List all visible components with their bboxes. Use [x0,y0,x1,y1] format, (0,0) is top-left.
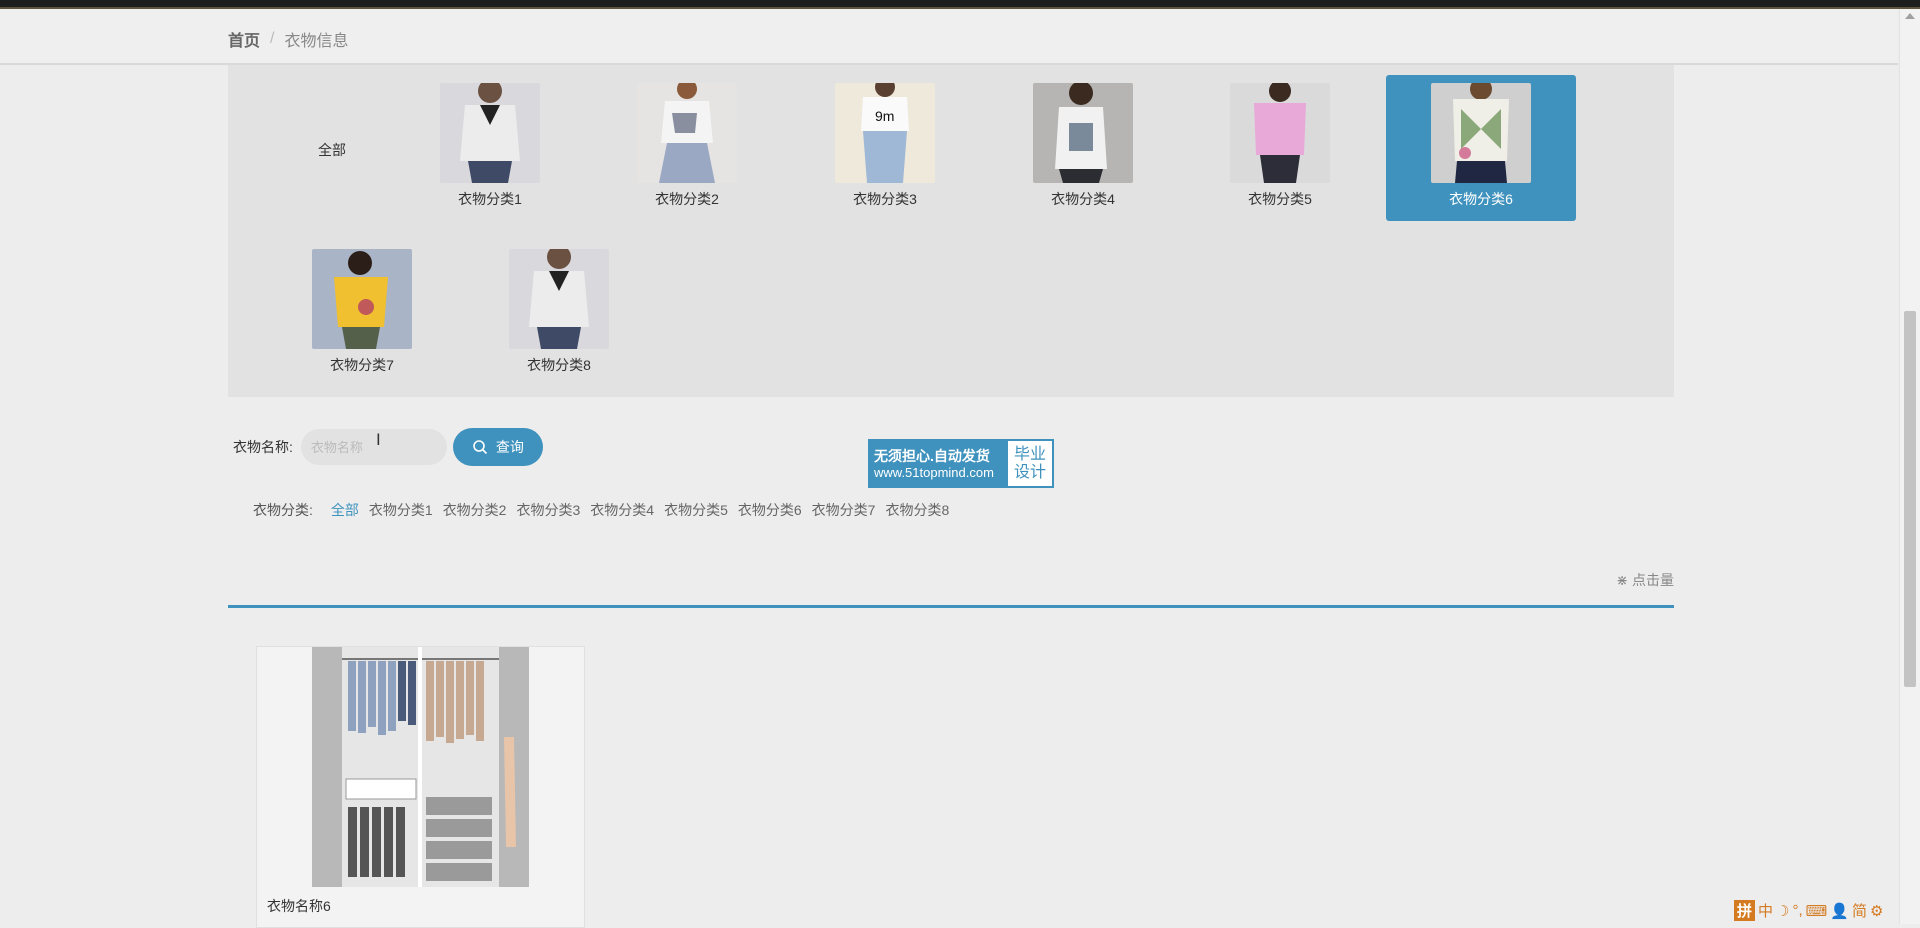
filter-title: 衣物分类: [253,502,313,518]
ad-line-1: 无须担心.自动发货 [874,447,990,464]
search-button[interactable]: 查询 [452,428,543,466]
breadcrumb-bar: 首页 / 衣物信息 [0,9,1898,65]
category-label: 衣物分类2 [655,191,719,207]
category-label: 衣物分类8 [527,357,591,373]
category-thumbnail [509,249,609,349]
ad-line-2: www.51topmind.com [874,464,994,480]
text-cursor-icon: I [376,430,381,449]
search-label: 衣物名称: [233,439,293,455]
sort-label: 点击量 [1632,572,1674,588]
ad-right-2: 设计 [1014,463,1047,481]
window-top-strip [0,0,1920,9]
page-scrollbar[interactable] [1899,9,1920,924]
category-label: 衣物分类1 [458,191,522,207]
filter-option-7[interactable]: 衣物分类7 [812,500,876,520]
filter-option-5[interactable]: 衣物分类5 [664,500,728,520]
svg-text:9m: 9m [875,108,894,124]
sort-icon: ⋇ [1616,571,1628,588]
category-label: 衣物分类3 [853,191,917,207]
breadcrumb-home-link[interactable]: 首页 [228,27,260,51]
ime-logo-icon[interactable]: 拼 [1734,900,1756,921]
scroll-up-arrow-icon[interactable] [1905,13,1915,19]
product-image [312,647,529,887]
category-thumbnail [1431,83,1531,183]
sort-bar: ⋇ 点击量 [228,565,1674,608]
category-thumbnail [440,83,540,183]
category-item-8[interactable]: 衣物分类8 [464,241,654,387]
category-thumbnail: 9m [835,83,935,183]
search-input[interactable] [300,429,447,465]
breadcrumb: 首页 / 衣物信息 [228,27,348,51]
search-row: 衣物名称: 查询 [233,428,543,466]
filter-option-3[interactable]: 衣物分类3 [516,500,580,520]
category-item-3[interactable]: 9m 衣物分类3 [790,75,980,221]
category-all[interactable]: 全部 [318,140,346,160]
category-item-2[interactable]: 衣物分类2 [592,75,782,221]
category-item-1[interactable]: 衣物分类1 [395,75,585,221]
breadcrumb-current: 衣物信息 [284,33,349,50]
category-thumbnail [1230,83,1330,183]
category-label: 衣物分类7 [330,357,394,373]
filter-option-all[interactable]: 全部 [331,500,359,520]
category-panel: 全部 衣物分类1 衣物分类2 9m 衣物分类3 衣物分类4 衣物分类5 衣物分类… [228,65,1674,397]
search-icon [473,440,487,455]
category-item-5[interactable]: 衣物分类5 [1185,75,1375,221]
ime-simplified-mode[interactable]: 简 [1852,900,1867,921]
category-thumbnail [1033,83,1133,183]
product-card[interactable]: 衣物名称6 [256,646,585,928]
category-thumbnail [637,83,737,183]
filter-option-2[interactable]: 衣物分类2 [443,500,507,520]
scrollbar-thumb[interactable] [1904,311,1916,687]
category-label: 衣物分类5 [1248,191,1312,207]
product-name: 衣物名称6 [267,898,331,914]
ime-user-icon[interactable]: 👤 [1830,902,1849,920]
ime-keyboard-icon[interactable]: ⌨ [1806,902,1828,920]
ime-chinese-mode[interactable]: 中 [1758,900,1773,921]
category-item-6[interactable]: 衣物分类6 [1386,75,1576,221]
filter-option-8[interactable]: 衣物分类8 [885,500,949,520]
search-button-label: 查询 [495,439,524,455]
category-filter-row: 衣物分类: 全部 衣物分类1 衣物分类2 衣物分类3 衣物分类4 衣物分类5 衣… [253,500,949,520]
breadcrumb-separator: / [270,30,275,47]
ime-settings-icon[interactable]: ⚙ [1870,902,1883,920]
sort-by-clicks[interactable]: ⋇ 点击量 [1616,570,1674,590]
category-item-4[interactable]: 衣物分类4 [988,75,1178,221]
category-thumbnail [312,249,412,349]
category-item-7[interactable]: 衣物分类7 [267,241,457,387]
category-label: 衣物分类6 [1449,191,1513,207]
watermark-ad-badge: 无须担心.自动发货 www.51topmind.com 毕业 设计 [868,439,1054,488]
filter-option-1[interactable]: 衣物分类1 [369,500,433,520]
ad-right-1: 毕业 [1014,445,1047,463]
filter-option-4[interactable]: 衣物分类4 [590,500,654,520]
ime-toolbar: 拼 中 ☽ °, ⌨ 👤 简 ⚙ [1734,900,1883,921]
filter-option-6[interactable]: 衣物分类6 [738,500,802,520]
ime-moon-icon[interactable]: ☽ [1776,902,1789,920]
category-label: 衣物分类4 [1051,191,1115,207]
ime-punctuation-icon[interactable]: °, [1792,902,1802,919]
